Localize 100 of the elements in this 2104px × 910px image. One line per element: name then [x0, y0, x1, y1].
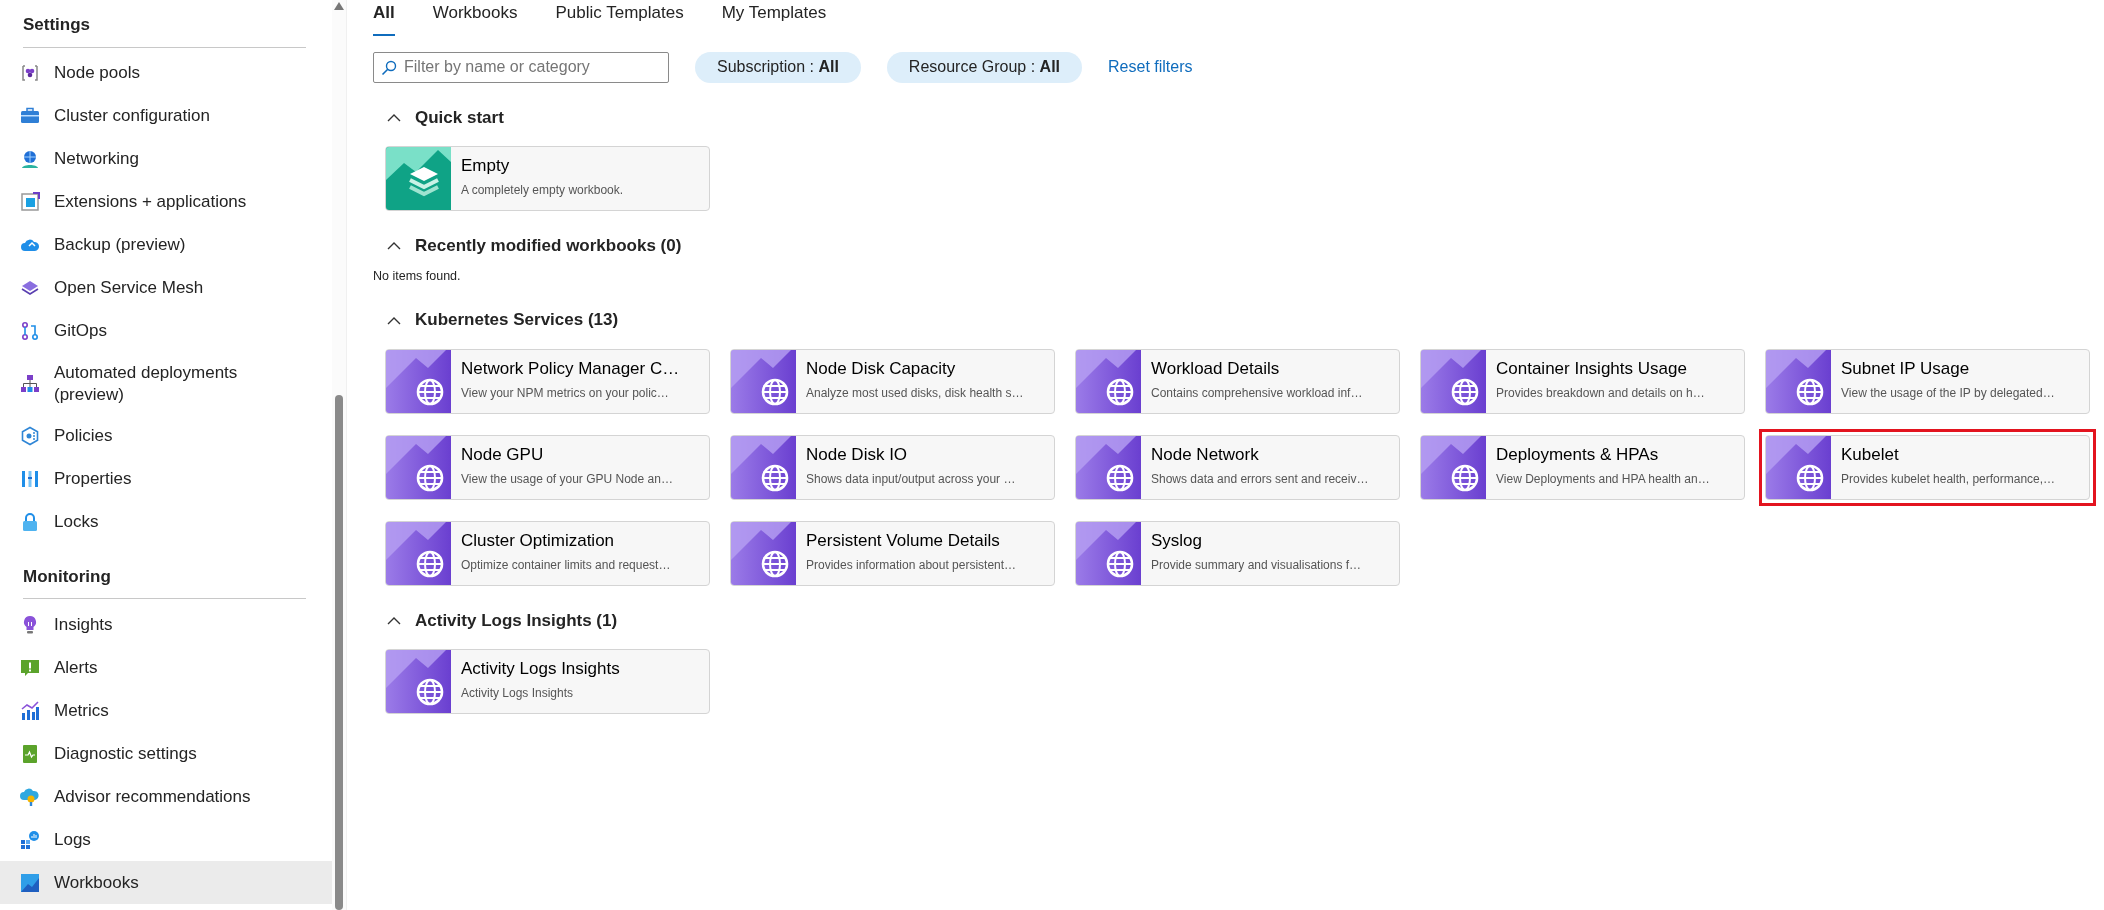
card-description: Optimize container limits and request…	[461, 556, 671, 574]
tab[interactable]: My Templates	[721, 0, 827, 36]
section-heading: Quick start	[415, 106, 504, 129]
alert-icon	[20, 657, 40, 678]
globe-thumbnail-icon	[731, 521, 796, 585]
workbook-card[interactable]: Node Disk IO Shows data input/output across your …	[730, 434, 1055, 500]
sidebar-item[interactable]: Backup (preview)	[0, 223, 332, 267]
workbook-card[interactable]: Activity Logs Insights Activity Logs Insights	[385, 649, 710, 715]
book-icon	[20, 743, 40, 764]
workbook-card[interactable]: Container Insights Usage Provides breakdown and details on h…	[1420, 348, 1745, 414]
sidebar-item[interactable]: Cluster configuration	[0, 94, 332, 138]
card-description: View Deployments and HPA health an…	[1496, 470, 1710, 488]
globe-thumbnail-icon	[1421, 349, 1486, 413]
globe-thumbnail-icon	[1766, 349, 1831, 413]
sidebar-item[interactable]: Node pools	[0, 51, 332, 95]
scroll-up-arrow-icon[interactable]	[334, 2, 344, 10]
workbook-card[interactable]: Network Policy Manager C… View your NPM metrics on your polic…	[385, 348, 710, 414]
briefcase-icon	[20, 106, 40, 126]
collapse-chevron-icon[interactable]	[387, 315, 401, 325]
sidebar-item[interactable]: Policies	[0, 414, 332, 458]
filter-field[interactable]: Filter by name or category	[373, 51, 669, 83]
globe-thumbnail-icon	[386, 349, 451, 413]
empty-message: No items found.	[373, 267, 462, 285]
filter-pill[interactable]: Subscription : All	[695, 51, 861, 83]
card-description: Contains comprehensive workload inf…	[1151, 384, 1363, 402]
card-description: Analyze most used disks, disk health s…	[806, 384, 1024, 402]
collapse-chevron-icon[interactable]	[387, 616, 401, 625]
globe-thumbnail-icon	[386, 435, 451, 499]
card-description: Provides information about persistent…	[806, 556, 1017, 574]
sidebar-item[interactable]: Workbooks	[0, 861, 332, 905]
workbook-card[interactable]: Persistent Volume Details Provides information about persistent…	[730, 520, 1055, 586]
chart-icon	[20, 700, 40, 721]
workbook-card[interactable]: Deployments & HPAs View Deployments and HPA health an…	[1420, 434, 1745, 500]
card-title: Node GPU	[461, 443, 545, 466]
node-pool-icon	[20, 63, 40, 83]
workbook-card[interactable]: Cluster Optimization Optimize container limits and request…	[385, 520, 710, 586]
tab[interactable]: Public Templates	[555, 0, 684, 36]
workbook-card[interactable]: Empty A completely empty workbook.	[385, 146, 710, 211]
globe-thumbnail-icon	[1076, 349, 1141, 413]
sidebar-item[interactable]: Extensions + applications	[0, 180, 332, 224]
workbook-card[interactable]: Subnet IP Usage View the usage of the IP by delegated…	[1765, 348, 2090, 414]
card-description: View the usage of the IP by delegated…	[1841, 384, 2055, 402]
card-description: Activity Logs Insights	[461, 685, 575, 703]
sidebar-item[interactable]: Automated deployments (preview)	[0, 352, 332, 415]
workbook-card[interactable]: Node Disk Capacity Analyze most used disks, disk health s…	[730, 348, 1055, 414]
card-title: Subnet IP Usage	[1841, 357, 1971, 380]
filter-pill[interactable]: Resource Group : All	[886, 51, 1083, 83]
reset-filters-link[interactable]: Reset filters	[1108, 55, 1193, 79]
sidebar-item[interactable]: Open Service Mesh	[0, 266, 332, 310]
workbook-card[interactable]: Workload Details Contains comprehensive workload inf…	[1075, 348, 1400, 414]
sidebar-item[interactable]: GitOps	[0, 309, 332, 353]
card-title: Node Disk IO	[806, 443, 909, 466]
hierarchy-icon	[20, 373, 40, 394]
sidebar-item[interactable]: Diagnostic settings	[0, 732, 332, 776]
collapse-chevron-icon[interactable]	[387, 241, 401, 251]
section-heading: Recently modified workbooks (0)	[415, 235, 682, 257]
cloud-bulb-icon	[20, 786, 40, 807]
branch-icon	[20, 321, 40, 341]
sidebar-item[interactable]: Logs	[0, 818, 332, 862]
card-description: Provide summary and visualisations f…	[1151, 556, 1362, 574]
globe-thumbnail-icon	[1766, 435, 1831, 499]
bars-icon	[20, 469, 40, 490]
card-description: View the usage of your GPU Node an…	[461, 470, 673, 488]
sidebar-section-heading: Settings	[23, 12, 306, 48]
workbook-card[interactable]: Kubelet Provides kubelet health, performance,…	[1765, 434, 2090, 500]
layers-thumbnail-icon	[386, 147, 451, 210]
sidebar-item[interactable]: Advisor recommendations	[0, 775, 332, 819]
card-title: Deployments & HPAs	[1496, 443, 1660, 466]
collapse-chevron-icon[interactable]	[387, 112, 401, 122]
card-description: Shows data and errors sent and receiv…	[1151, 470, 1369, 488]
globe-thumbnail-icon	[731, 349, 796, 413]
globe-thumbnail-icon	[1076, 435, 1141, 499]
sidebar-section-heading: Monitoring	[23, 563, 306, 600]
sidebar-item[interactable]: Insights	[0, 603, 332, 647]
globe-thumbnail-icon	[1076, 521, 1141, 585]
workbook-card[interactable]: Node GPU View the usage of your GPU Node an…	[385, 434, 710, 500]
square-icon	[20, 192, 40, 212]
globe-thumbnail-icon	[386, 521, 451, 585]
card-title: Node Disk Capacity	[806, 357, 957, 380]
tab[interactable]: Workbooks	[432, 0, 518, 36]
blocks-icon	[20, 829, 40, 850]
workbook-card[interactable]: Node Network Shows data and errors sent and receiv…	[1075, 434, 1400, 500]
globe-thumbnail-icon	[386, 650, 451, 714]
globe-thumbnail-icon	[731, 435, 796, 499]
tab[interactable]: All	[373, 0, 395, 36]
workbook-icon	[20, 872, 40, 893]
scrollbar-thumb[interactable]	[335, 395, 343, 910]
workbook-card[interactable]: Syslog Provide summary and visualisations f…	[1075, 520, 1400, 586]
sidebar-item[interactable]: Alerts	[0, 646, 332, 690]
card-description: Provides breakdown and details on h…	[1496, 384, 1705, 402]
card-title: Container Insights Usage	[1496, 357, 1688, 380]
sidebar-item[interactable]: Networking	[0, 137, 332, 181]
sidebar-item[interactable]: Locks	[0, 500, 332, 544]
globe-thumbnail-icon	[1421, 435, 1486, 499]
card-title: Node Network	[1151, 443, 1260, 466]
hexagon-icon	[20, 426, 40, 447]
card-title: Persistent Volume Details	[806, 529, 1001, 552]
sidebar-item[interactable]: Properties	[0, 457, 332, 501]
section-heading: Activity Logs Insights (1)	[415, 609, 618, 632]
sidebar-item[interactable]: Metrics	[0, 689, 332, 733]
